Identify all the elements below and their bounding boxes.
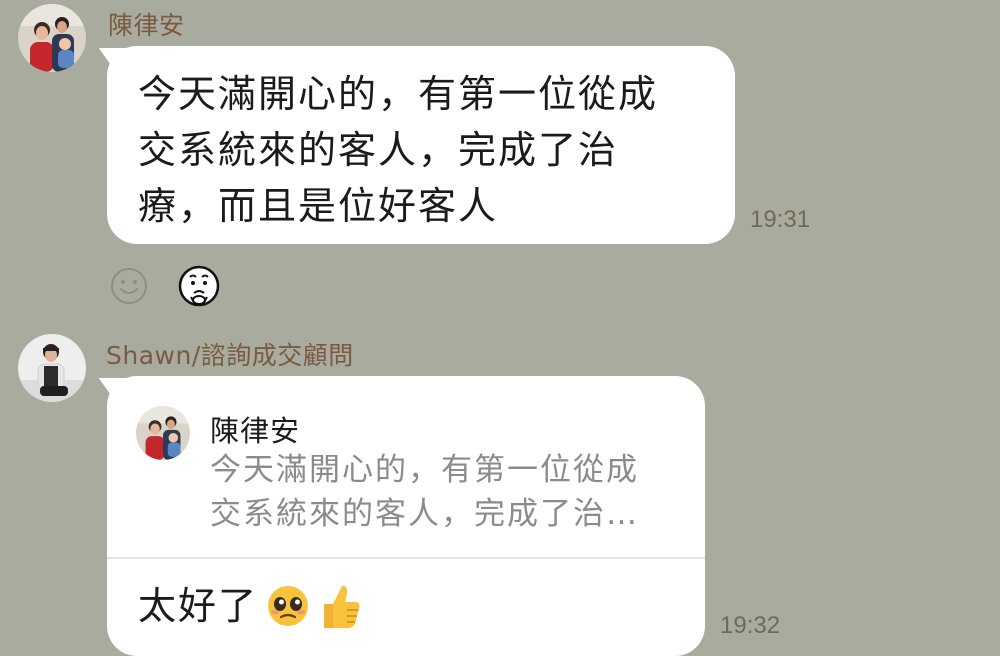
sender-avatar[interactable] [18,334,86,402]
quoted-sender-name: 陳律安 [210,414,301,448]
message-line: 今天滿開心的，有第一位從成 [138,72,659,116]
sender-name: 陳律安 [108,11,185,40]
quoted-sender-avatar [136,406,190,460]
message-line: 療，而且是位好客人 [138,184,499,228]
message-line: 交系統來的客人，完成了治 [138,128,619,172]
sender-name: Shawn/諮詢成交顧問 [106,341,354,370]
sender-avatar[interactable] [18,4,86,72]
message-text-content: 太好了 [138,584,259,628]
quoted-message-preview[interactable]: 今天滿開心的，有第一位從成 交系統來的客人，完成了治… [210,448,685,536]
pleading-face-emoji-icon [266,584,310,628]
message-text[interactable]: 太好了 [138,578,362,634]
touched-face-sticker-icon[interactable] [177,264,221,308]
reply-divider [107,557,705,559]
message-timestamp: 19:32 [720,612,781,639]
smiley-face-icon[interactable] [110,267,147,304]
quoted-line: 交系統來的客人，完成了治… [210,496,639,532]
quoted-line: 今天滿開心的，有第一位從成 [210,452,639,488]
message-text[interactable]: 今天滿開心的，有第一位從成 交系統來的客人，完成了治 療，而且是位好客人 [138,66,718,234]
thumbs-up-emoji-icon [318,582,362,630]
message-timestamp: 19:31 [750,206,811,233]
